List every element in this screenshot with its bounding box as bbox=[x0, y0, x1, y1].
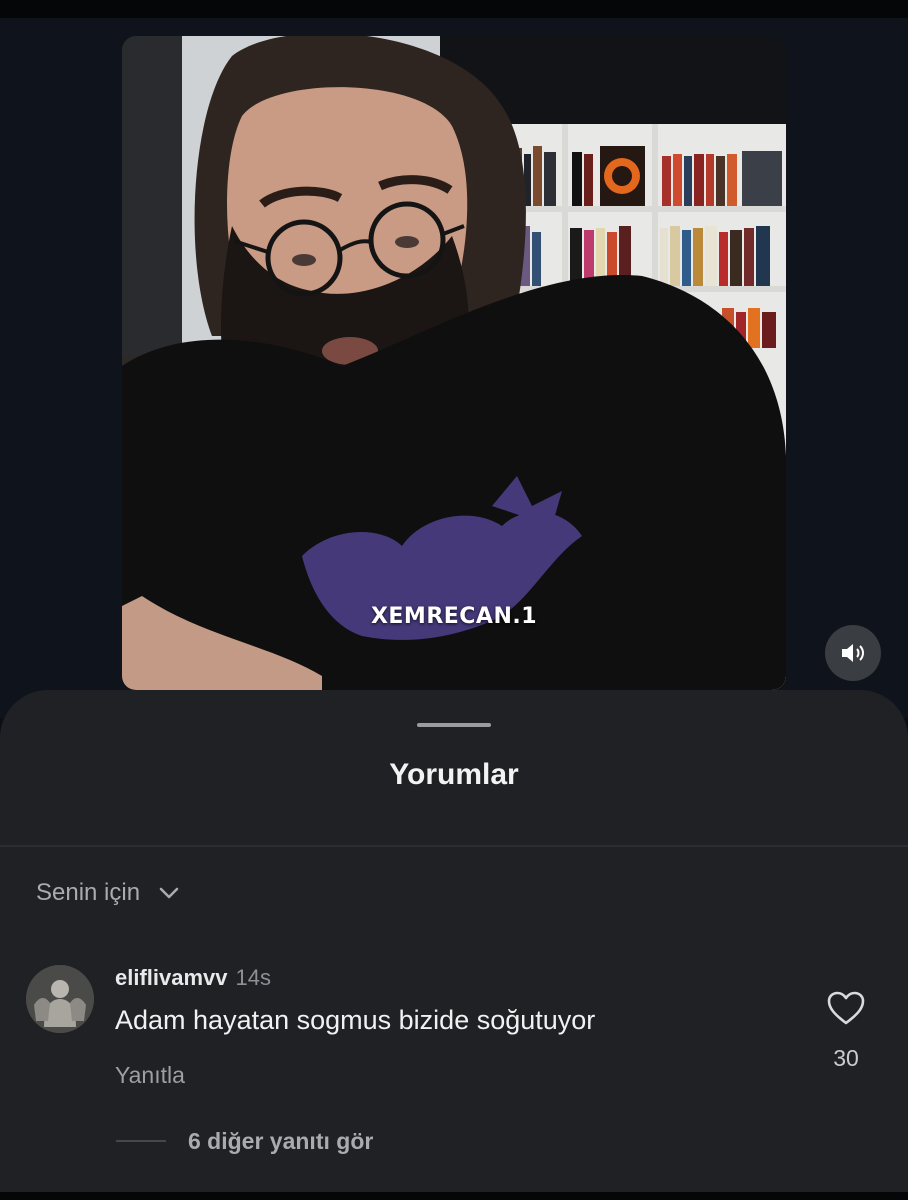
reel-viewer: XEMRECAN.1 bbox=[0, 18, 908, 718]
divider bbox=[0, 845, 908, 847]
view-replies-label: 6 diğer yanıtı gör bbox=[188, 1127, 374, 1154]
drag-handle[interactable] bbox=[417, 723, 491, 727]
avatar[interactable] bbox=[26, 965, 94, 1033]
like-count: 30 bbox=[833, 1045, 859, 1071]
comment-time: 14s bbox=[235, 965, 271, 990]
sort-label: Senin için bbox=[36, 879, 141, 906]
sheet-title: Yorumlar bbox=[389, 758, 519, 791]
watermark-text: XEMRECAN.1 bbox=[370, 604, 538, 629]
status-strip bbox=[0, 0, 908, 18]
speaker-icon bbox=[842, 644, 864, 662]
reel-video[interactable]: XEMRECAN.1 bbox=[122, 36, 786, 690]
replies-divider-line bbox=[116, 1140, 166, 1142]
view-more-replies[interactable]: 6 diğer yanıtı gör bbox=[116, 1126, 373, 1156]
video-still bbox=[122, 36, 786, 690]
reply-button[interactable]: Yanıtla bbox=[115, 1062, 185, 1089]
sort-dropdown[interactable]: Senin için bbox=[36, 878, 180, 908]
comment-text: Adam hayatan sogmus bizide soğutuyor bbox=[115, 1005, 596, 1035]
comments-sheet: Yorumlar Senin için eliflivamvv 14s Adam … bbox=[0, 690, 908, 1200]
bottom-edge bbox=[0, 1192, 908, 1200]
comment-author[interactable]: eliflivamvv 14s bbox=[115, 965, 271, 991]
chevron-down-icon bbox=[159, 887, 179, 899]
comment-item: eliflivamvv 14s Adam hayatan sogmus bizid… bbox=[26, 965, 886, 1095]
heart-outline-icon[interactable] bbox=[826, 990, 866, 1026]
username[interactable]: eliflivamvv bbox=[115, 965, 228, 990]
sound-toggle-button[interactable] bbox=[825, 625, 881, 681]
